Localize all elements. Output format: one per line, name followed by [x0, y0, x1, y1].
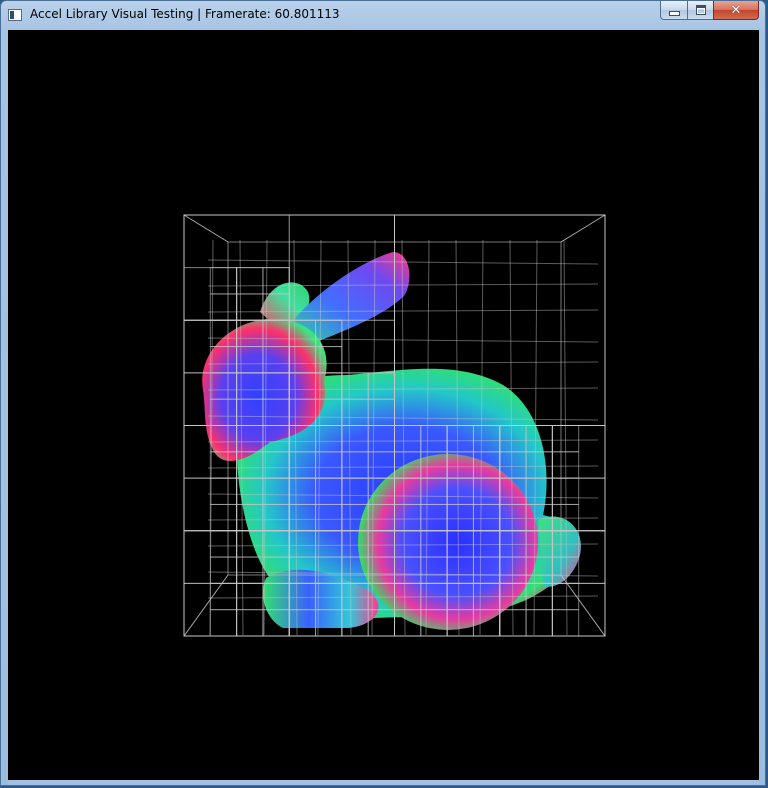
- octree-cell: [236, 582, 264, 611]
- octree-cell: [209, 556, 238, 584]
- octree-cell: [551, 609, 580, 637]
- octree-cell: [209, 477, 238, 505]
- scene-canvas: [183, 214, 606, 637]
- minimize-icon: [668, 10, 680, 16]
- app-window: Accel Library Visual Testing | Framerate…: [0, 0, 766, 786]
- maximize-button[interactable]: [687, 1, 713, 20]
- octree-cell: [236, 609, 264, 637]
- octree-edge: [183, 214, 229, 243]
- octree-cell: [525, 609, 553, 637]
- octree-cell: [209, 609, 238, 637]
- octree-cell: [209, 293, 238, 321]
- close-button[interactable]: ✕: [713, 1, 759, 20]
- octree-cell: [209, 267, 238, 295]
- bunny-thigh: [358, 454, 538, 630]
- title-bar[interactable]: Accel Library Visual Testing | Framerate…: [1, 1, 765, 30]
- window-title: Accel Library Visual Testing | Framerate…: [30, 7, 340, 21]
- octree-cell: [209, 582, 238, 611]
- application-window-icon[interactable]: [8, 9, 22, 21]
- octree-cell: [209, 503, 238, 532]
- maximize-icon: [695, 5, 706, 15]
- close-icon: ✕: [730, 2, 742, 18]
- octree-edge: [560, 574, 606, 637]
- octree-cell: [209, 530, 238, 558]
- render-viewport[interactable]: [8, 30, 759, 780]
- octree-edge: [183, 574, 229, 637]
- minimize-button[interactable]: [660, 1, 687, 20]
- octree-edge: [560, 214, 606, 243]
- window-bottom-border: [8, 780, 759, 785]
- octree-cell: [236, 556, 264, 584]
- caption-buttons: ✕: [660, 1, 759, 21]
